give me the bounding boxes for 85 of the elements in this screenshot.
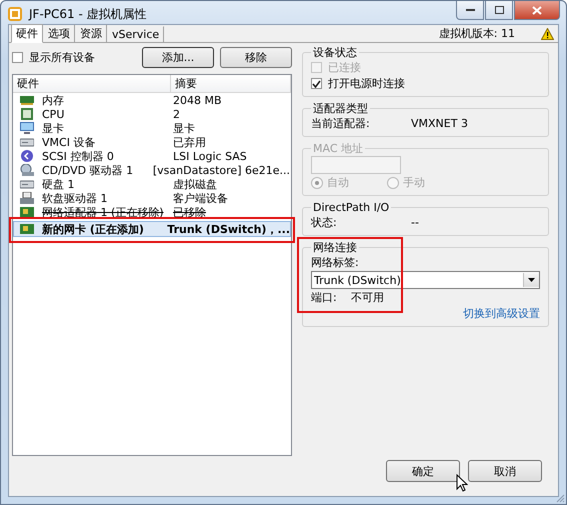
hardware-row[interactable]: 硬盘 1 虚拟磁盘 (13, 177, 291, 191)
field-label: 当前适配器: (311, 116, 371, 131)
hardware-row[interactable]: VMCI 设备 已弃用 (13, 135, 291, 149)
hardware-row[interactable]: 显卡 显卡 (13, 121, 291, 135)
chip-icon (20, 108, 34, 120)
column-header[interactable]: 摘要 (171, 75, 291, 92)
maximize-button[interactable] (485, 1, 513, 20)
device-name: SCSI 控制器 0 (42, 148, 114, 164)
device-name: 新的网卡 (正在添加) (42, 222, 144, 236)
device-name: CPU (42, 108, 64, 120)
field-value: 不可用 (351, 290, 384, 305)
controller-icon (20, 150, 34, 162)
device-summary: 客户端设备 (173, 192, 228, 204)
tab[interactable]: 资源 (75, 24, 107, 42)
hardware-row[interactable]: SCSI 控制器 0 LSI Logic SAS (13, 149, 291, 163)
window-title: JF-PC61 - 虚拟机属性 (29, 6, 148, 22)
advanced-settings-link[interactable]: 切换到高级设置 (463, 306, 540, 321)
network-card-icon (20, 223, 34, 235)
maximize-icon (494, 6, 504, 14)
version-label: 虚拟机版本: 11 (438, 26, 515, 41)
device-summary: [vsanDatastore] 6e21e... (152, 164, 290, 176)
device-summary: 已弃用 (173, 136, 206, 148)
mac-input-field[interactable] (311, 156, 401, 174)
checkbox-label: 显示所有设备 (29, 50, 95, 64)
group-title: 网络连接 (312, 240, 358, 255)
field-value: -- (411, 215, 419, 230)
device-summary: LSI Logic SAS (173, 150, 247, 162)
tab[interactable]: 选项 (43, 24, 75, 42)
checkbox[interactable] (12, 52, 23, 62)
field-value: VMXNET 3 (411, 116, 468, 131)
device-name: 网络适配器 1 (正在移除) (42, 204, 164, 220)
device-name: 硬盘 1 (42, 176, 74, 192)
drive-icon (20, 178, 34, 190)
device-name: 显卡 (42, 120, 64, 136)
hardware-row[interactable]: 软盘驱动器 1 客户端设备 (13, 191, 291, 205)
floppy-drive-icon (20, 192, 34, 204)
ok-button[interactable]: 确定 (386, 460, 460, 482)
memory-icon (20, 94, 34, 106)
device-name: 内存 (42, 92, 64, 108)
device-name: 软盘驱动器 1 (42, 190, 108, 206)
hardware-row[interactable]: 新的网卡 (正在添加) Trunk (DSwitch)，... (13, 221, 291, 237)
group-title: MAC 地址 (312, 141, 364, 156)
hardware-row[interactable]: CPU 2 (13, 107, 291, 121)
network-label-dropdown[interactable]: Trunk (DSwitch) (311, 271, 540, 289)
minimize-icon (466, 8, 474, 12)
device-name: CD/DVD 驱动器 1 (42, 162, 134, 178)
add-button[interactable]: 添加... (142, 46, 214, 68)
field-label: 端口: (311, 290, 338, 305)
drive-icon (20, 136, 34, 148)
device-summary: 已移除 (173, 206, 206, 218)
dropdown-arrow-icon (528, 278, 535, 282)
device-summary: 显卡 (173, 122, 195, 134)
network-card-icon (20, 206, 34, 218)
group-title: DirectPath I/O (312, 200, 390, 215)
hardware-row[interactable]: CD/DVD 驱动器 1 [vsanDatastore] 6e21e... (13, 163, 291, 177)
checkbox-label: 打开电源时连接 (328, 76, 405, 91)
device-name: VMCI 设备 (42, 134, 96, 150)
radio-label: 自动 (327, 175, 349, 190)
device-summary: 虚拟磁盘 (173, 178, 217, 190)
group-title: 设备状态 (312, 45, 358, 60)
tab[interactable]: 硬件 (11, 24, 43, 43)
device-summary: 2048 MB (173, 94, 222, 106)
checkbox-label: 已连接 (328, 60, 361, 75)
cursor-icon (456, 474, 468, 492)
disc-drive-icon (20, 164, 34, 176)
app-icon (7, 6, 23, 22)
cancel-button[interactable]: 取消 (468, 460, 542, 482)
device-summary: Trunk (DSwitch)，... (167, 222, 290, 236)
group-title: 适配器类型 (312, 101, 369, 116)
resize-grip-icon (555, 493, 565, 503)
monitor-icon (20, 122, 34, 134)
hardware-row[interactable]: 内存 2048 MB (13, 93, 291, 107)
field-label: 状态: (311, 215, 338, 230)
radio-label: 手动 (403, 175, 425, 190)
remove-button[interactable]: 移除 (220, 46, 292, 68)
close-button[interactable] (514, 1, 560, 20)
warning-icon (541, 28, 554, 40)
minimize-button[interactable] (456, 1, 484, 20)
close-icon (532, 6, 542, 14)
hardware-row[interactable]: 网络适配器 1 (正在移除) 已移除 (13, 205, 291, 219)
checkbox[interactable] (311, 78, 322, 89)
device-summary: 2 (173, 108, 180, 120)
column-header[interactable]: 硬件 (13, 75, 171, 92)
field-label: 网络标签: (311, 255, 360, 270)
tab[interactable]: vService (107, 26, 164, 42)
